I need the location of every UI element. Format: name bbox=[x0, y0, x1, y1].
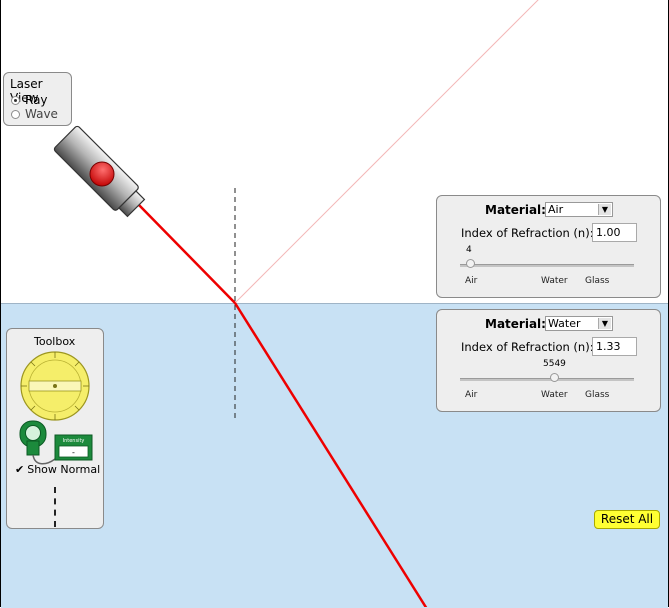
top-ior-label: Index of Refraction (n): bbox=[461, 226, 594, 240]
show-normal-label: Show Normal bbox=[27, 463, 101, 476]
top-material-selected: Air bbox=[548, 203, 564, 216]
bottom-ior-field[interactable]: 1.33 bbox=[592, 337, 637, 356]
bottom-slider-value: 5549 bbox=[543, 359, 566, 369]
reset-all-button[interactable]: Reset All bbox=[594, 510, 660, 529]
refracted-ray bbox=[233, 302, 428, 607]
wave-radio-label: Wave bbox=[25, 107, 58, 121]
top-slider-value: 4 bbox=[466, 245, 472, 255]
top-material-label: Material: bbox=[485, 203, 546, 217]
bottom-material-panel: Material: Water ▼ Index of Refraction (n… bbox=[436, 309, 661, 412]
bottom-ior-label: Index of Refraction (n): bbox=[461, 340, 594, 354]
chevron-down-icon[interactable]: ▼ bbox=[598, 204, 611, 215]
protractor-tool[interactable] bbox=[20, 351, 90, 421]
bottom-tick-glass: Glass bbox=[585, 390, 610, 400]
simulation-canvas: Laser View Ray Wave Material: Air ▼ Inde… bbox=[0, 0, 669, 608]
ray-radio-indicator[interactable] bbox=[11, 95, 20, 105]
bottom-ior-slider-thumb[interactable] bbox=[550, 373, 559, 382]
toolbox-panel: Toolbox Intensity - ✔ Show Normal bbox=[6, 328, 104, 529]
checkmark-icon[interactable]: ✔ bbox=[15, 463, 24, 476]
top-tick-air: Air bbox=[465, 276, 478, 286]
wave-radio[interactable]: Wave bbox=[11, 107, 58, 121]
wave-radio-indicator[interactable] bbox=[11, 109, 20, 119]
bottom-tick-air: Air bbox=[465, 390, 478, 400]
intensity-value: - bbox=[72, 448, 75, 457]
top-ior-slider-thumb[interactable] bbox=[466, 259, 475, 268]
show-normal-checkbox[interactable]: ✔ Show Normal bbox=[15, 463, 100, 476]
chevron-down-icon[interactable]: ▼ bbox=[598, 318, 611, 329]
intensity-label: Intensity bbox=[63, 438, 85, 444]
ray-radio-label: Ray bbox=[25, 93, 48, 107]
normal-line-tool[interactable] bbox=[54, 487, 58, 527]
laser-pointer[interactable] bbox=[53, 125, 148, 220]
incident-ray bbox=[137, 203, 236, 304]
ray-radio[interactable]: Ray bbox=[11, 93, 48, 107]
bottom-material-selected: Water bbox=[548, 317, 581, 330]
top-material-panel: Material: Air ▼ Index of Refraction (n):… bbox=[436, 195, 661, 298]
top-material-dropdown[interactable]: Air ▼ bbox=[545, 202, 613, 217]
top-ior-field[interactable]: 1.00 bbox=[592, 223, 637, 242]
bottom-material-dropdown[interactable]: Water ▼ bbox=[545, 316, 613, 331]
top-ior-slider-track[interactable] bbox=[460, 264, 634, 267]
bottom-ior-slider-track[interactable] bbox=[460, 378, 634, 381]
top-tick-glass: Glass bbox=[585, 276, 610, 286]
bottom-material-label: Material: bbox=[485, 317, 546, 331]
top-tick-water: Water bbox=[541, 276, 568, 286]
bottom-tick-water: Water bbox=[541, 390, 568, 400]
laser-view-panel: Laser View Ray Wave bbox=[3, 72, 72, 126]
